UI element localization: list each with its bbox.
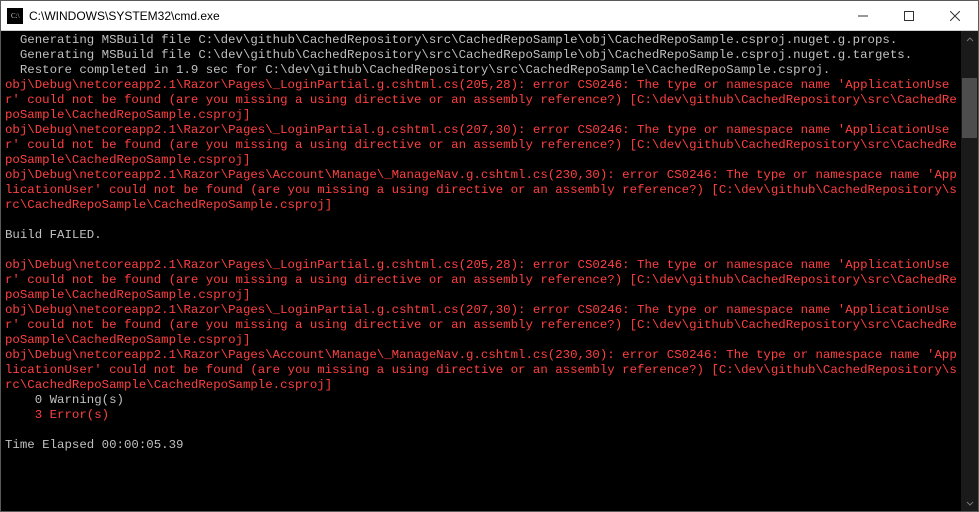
chevron-down-icon	[966, 499, 974, 507]
terminal-line: 3 Error(s)	[5, 408, 109, 422]
terminal-line: Restore completed in 1.9 sec for C:\dev\…	[5, 63, 830, 78]
terminal-output: Generating MSBuild file C:\dev\github\Ca…	[1, 31, 961, 455]
chevron-up-icon	[966, 36, 974, 44]
maximize-button[interactable]	[886, 1, 932, 30]
terminal-line: 0 Warning(s)	[5, 393, 124, 407]
terminal-scrollbar[interactable]	[961, 31, 978, 511]
terminal-line: obj\Debug\netcoreapp2.1\Razor\Pages\_Log…	[5, 78, 957, 122]
window-controls	[840, 1, 978, 30]
maximize-icon	[904, 11, 914, 21]
cmd-icon: C:\	[7, 8, 23, 24]
terminal-line: obj\Debug\netcoreapp2.1\Razor\Pages\_Log…	[5, 258, 957, 302]
terminal-line: Build FAILED.	[5, 228, 102, 242]
scrollbar-up-button[interactable]	[961, 31, 978, 48]
terminal-line: obj\Debug\netcoreapp2.1\Razor\Pages\Acco…	[5, 168, 957, 212]
terminal-line: obj\Debug\netcoreapp2.1\Razor\Pages\_Log…	[5, 123, 957, 167]
scrollbar-down-button[interactable]	[961, 494, 978, 511]
terminal-line: obj\Debug\netcoreapp2.1\Razor\Pages\Acco…	[5, 348, 957, 392]
terminal-line: obj\Debug\netcoreapp2.1\Razor\Pages\_Log…	[5, 303, 957, 347]
terminal-line: Time Elapsed 00:00:05.39	[5, 438, 183, 452]
terminal-area[interactable]: Generating MSBuild file C:\dev\github\Ca…	[1, 31, 978, 511]
minimize-button[interactable]	[840, 1, 886, 30]
close-icon	[950, 11, 960, 21]
scrollbar-thumb[interactable]	[962, 78, 977, 138]
titlebar[interactable]: C:\ C:\WINDOWS\SYSTEM32\cmd.exe	[1, 1, 978, 31]
terminal-line: Generating MSBuild file C:\dev\github\Ca…	[5, 48, 912, 62]
window-title: C:\WINDOWS\SYSTEM32\cmd.exe	[29, 9, 840, 23]
svg-text:C:\: C:\	[11, 12, 20, 20]
close-button[interactable]	[932, 1, 978, 30]
minimize-icon	[858, 11, 868, 21]
terminal-line: Generating MSBuild file C:\dev\github\Ca…	[5, 33, 897, 48]
